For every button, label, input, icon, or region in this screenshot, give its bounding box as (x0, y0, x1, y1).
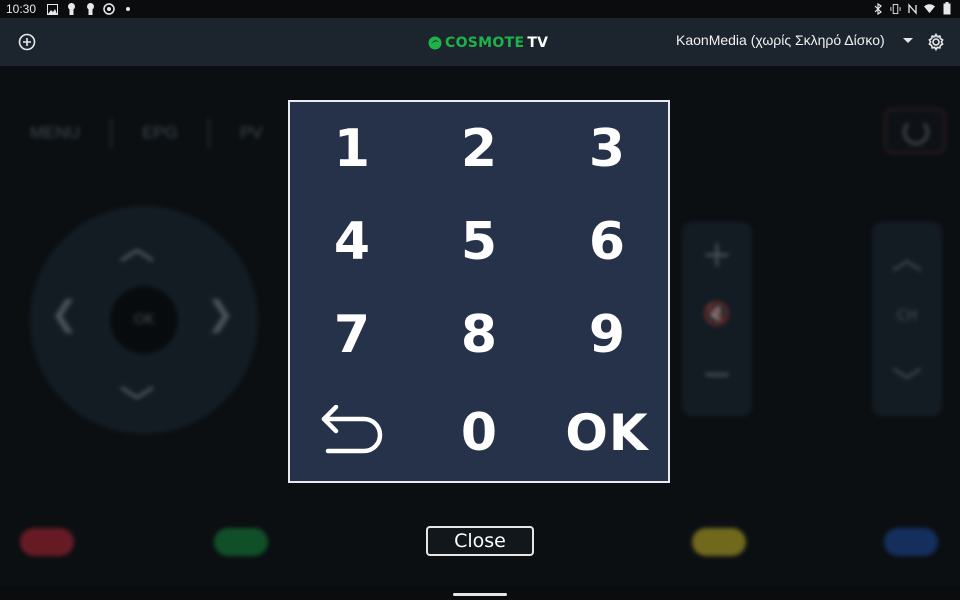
numeric-keypad: 1 2 3 4 5 6 7 8 9 0 OK (288, 100, 670, 483)
remote-top-buttons: MENU EPG PV (30, 118, 263, 148)
back-arrow-icon (321, 405, 383, 454)
power-button (884, 108, 946, 154)
add-circle-icon[interactable] (17, 32, 37, 52)
key-5[interactable]: 5 (419, 197, 539, 287)
chevron-down-icon: ﹀ (120, 384, 154, 424)
location-icon (103, 3, 115, 15)
divider (207, 118, 210, 148)
key-1[interactable]: 1 (292, 104, 412, 194)
cosmote-logo-icon (428, 36, 442, 50)
device-label: KaonMedia (χωρίς Σκληρό Δίσκο) (676, 32, 885, 48)
blue-button (884, 528, 938, 556)
volume-down-icon: − (701, 354, 733, 395)
channel-rocker: ︿ CH ﹀ (872, 222, 942, 416)
wifi-icon (924, 2, 935, 15)
green-button (214, 528, 268, 556)
nfc-icon (907, 2, 918, 15)
app-logo: COSMOTE TV (428, 33, 548, 53)
vibrate-icon (890, 2, 901, 15)
dpad: OK ︿ ﹀ ❮ ❯ (30, 206, 258, 434)
keyhole-icon (65, 3, 77, 15)
yellow-button (692, 528, 746, 556)
bluetooth-icon (873, 2, 884, 15)
key-9[interactable]: 9 (547, 290, 667, 380)
chevron-down-icon (902, 37, 913, 43)
app-bar: COSMOTE TV KaonMedia (χωρίς Σκληρό Δίσκο… (0, 18, 960, 66)
volume-rocker: + 🔇 − (682, 222, 752, 416)
key-4[interactable]: 4 (292, 197, 412, 287)
dot-icon (122, 3, 134, 15)
key-6[interactable]: 6 (547, 197, 667, 287)
status-bar: 10:30 (0, 0, 960, 18)
dpad-ok-button: OK (110, 286, 178, 354)
chevron-down-icon: ﹀ (892, 366, 922, 401)
chevron-left-icon: ❮ (50, 294, 79, 334)
mute-icon: 🔇 (703, 302, 731, 327)
home-handle[interactable] (453, 593, 507, 596)
chevron-right-icon: ❯ (206, 294, 235, 334)
menu-button: MENU (30, 123, 81, 142)
epg-button: EPG (142, 123, 178, 142)
status-time: 10:30 (6, 2, 37, 16)
channel-label: CH (896, 308, 918, 324)
divider (110, 118, 113, 148)
pvr-button: PV (239, 123, 263, 142)
gear-icon[interactable] (926, 32, 946, 52)
key-0[interactable]: 0 (419, 388, 539, 478)
chevron-up-icon: ︿ (120, 228, 154, 268)
navigation-bar (0, 586, 960, 600)
close-button[interactable]: Close (426, 526, 534, 556)
key-3[interactable]: 3 (547, 104, 667, 194)
keyhole-icon (84, 3, 96, 15)
key-2[interactable]: 2 (419, 104, 539, 194)
back-key[interactable] (292, 388, 412, 478)
chevron-up-icon: ︿ (892, 242, 922, 277)
key-ok[interactable]: OK (547, 388, 667, 478)
key-8[interactable]: 8 (419, 290, 539, 380)
battery-icon (941, 2, 952, 15)
device-selector[interactable]: KaonMedia (χωρίς Σκληρό Δίσκο) (676, 32, 913, 48)
volume-up-icon: + (701, 234, 733, 275)
power-icon (903, 119, 929, 145)
red-button (20, 528, 74, 556)
image-icon (46, 3, 58, 15)
key-7[interactable]: 7 (292, 290, 412, 380)
logo-suffix: TV (527, 35, 549, 51)
logo-brand: COSMOTE (445, 35, 525, 51)
